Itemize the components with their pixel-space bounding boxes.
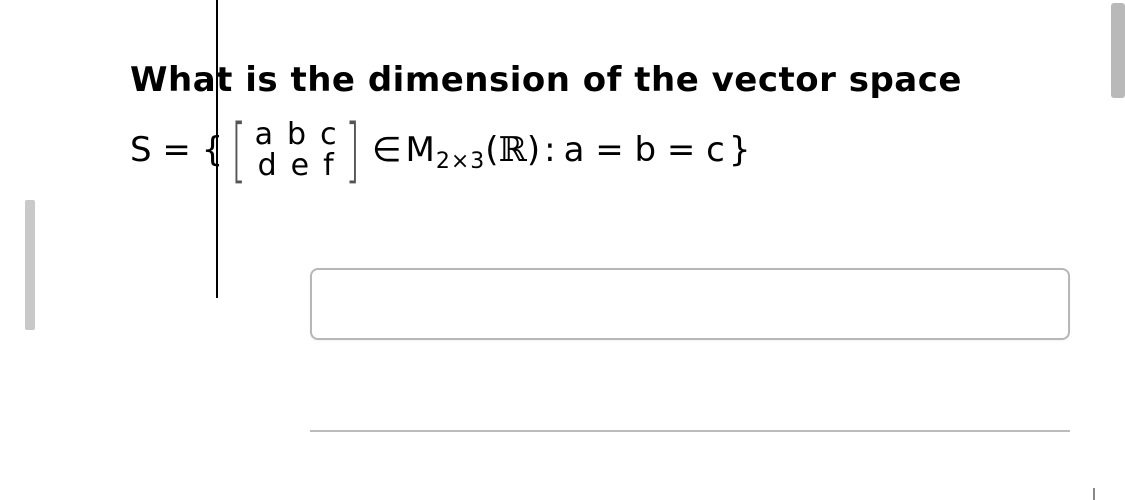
matrix-dims-sub: 2×3 — [436, 151, 485, 173]
formula-lhs: S = { — [130, 133, 223, 167]
element-of-symbol: ∈ — [372, 133, 402, 167]
page-root: What is the dimension of the vector spac… — [0, 0, 1125, 500]
scrollbar-thumb[interactable] — [1111, 3, 1125, 98]
matrix-cell-a: a — [255, 119, 273, 151]
lparen: ( — [485, 133, 498, 167]
matrix: [ a b c d e f ] — [225, 119, 366, 182]
matrix-left-bracket: [ — [231, 121, 246, 181]
matrix-cell-c: c — [320, 119, 337, 151]
question-block: What is the dimension of the vector spac… — [130, 60, 1090, 182]
matrix-cell-f: f — [323, 150, 334, 182]
nav-indicator-bar — [25, 200, 35, 330]
question-formula: S = { [ a b c d e f ] ∈ — [130, 119, 1090, 182]
divider-line — [310, 430, 1070, 432]
question-prompt: What is the dimension of the vector spac… — [130, 60, 1090, 101]
matrix-row-1: a b c — [255, 119, 337, 151]
condition: a = b = c — [564, 133, 725, 167]
matrix-space-M: M — [406, 133, 435, 167]
matrix-body: a b c d e f — [255, 119, 337, 182]
corner-tick — [1093, 488, 1095, 500]
rparen: ) — [527, 133, 540, 167]
colon: : — [544, 133, 555, 167]
rbrace: } — [729, 133, 751, 167]
answer-input[interactable] — [310, 268, 1070, 340]
matrix-row-2: d e f — [255, 150, 337, 182]
matrix-cell-d: d — [258, 150, 277, 182]
matrix-cell-b: b — [287, 119, 306, 151]
field-R: ℝ — [499, 133, 527, 167]
matrix-cell-e: e — [291, 150, 309, 182]
matrix-right-bracket: ] — [345, 121, 360, 181]
